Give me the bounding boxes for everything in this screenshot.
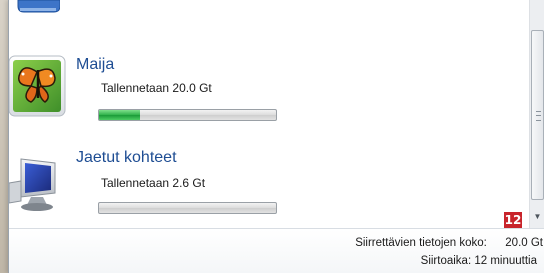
callout-number-badge: 12 [504, 212, 522, 228]
transfer-size-label: Siirrettävien tietojen koko: [355, 237, 487, 249]
transfer-time: Siirtoaika: 12 minuuttia [420, 255, 537, 267]
item-name: Jaetut kohteet [76, 149, 177, 166]
list-item[interactable]: Jaetut kohteet Tallennetaan 2.6 Gt [9, 143, 529, 228]
scrollbar-grip-icon [536, 111, 541, 121]
computer-monitor-icon [9, 153, 67, 217]
scrollbar-thumb[interactable] [531, 30, 544, 200]
list-item[interactable]: Maija Tallennetaan 20.0 Gt [9, 50, 529, 140]
vertical-scrollbar[interactable]: ▼ [529, 0, 544, 228]
scroll-down-arrow-icon[interactable]: ▼ [531, 209, 544, 225]
transfer-size-value: 20.0 Gt [505, 237, 543, 249]
transfer-item-list: Maija Tallennetaan 20.0 Gt Jaetut kohtee… [9, 0, 529, 228]
progress-bar [98, 109, 277, 121]
screenshot-stage: Maija Tallennetaan 20.0 Gt Jaetut kohtee… [0, 0, 544, 273]
butterfly-user-icon [9, 54, 67, 118]
transfer-size-row: Siirrettävien tietojen koko: 20.0 Gt [355, 237, 543, 249]
item-status: Tallennetaan 2.6 Gt [101, 176, 206, 190]
progress-fill [99, 110, 140, 120]
item-name: Maija [76, 56, 115, 73]
previous-item-icon [16, 0, 61, 14]
transfer-panel: Maija Tallennetaan 20.0 Gt Jaetut kohtee… [8, 0, 544, 273]
progress-bar [98, 202, 277, 214]
transfer-summary: Siirrettävien tietojen koko: 20.0 Gt Sii… [9, 228, 544, 273]
item-status: Tallennetaan 20.0 Gt [101, 81, 212, 95]
